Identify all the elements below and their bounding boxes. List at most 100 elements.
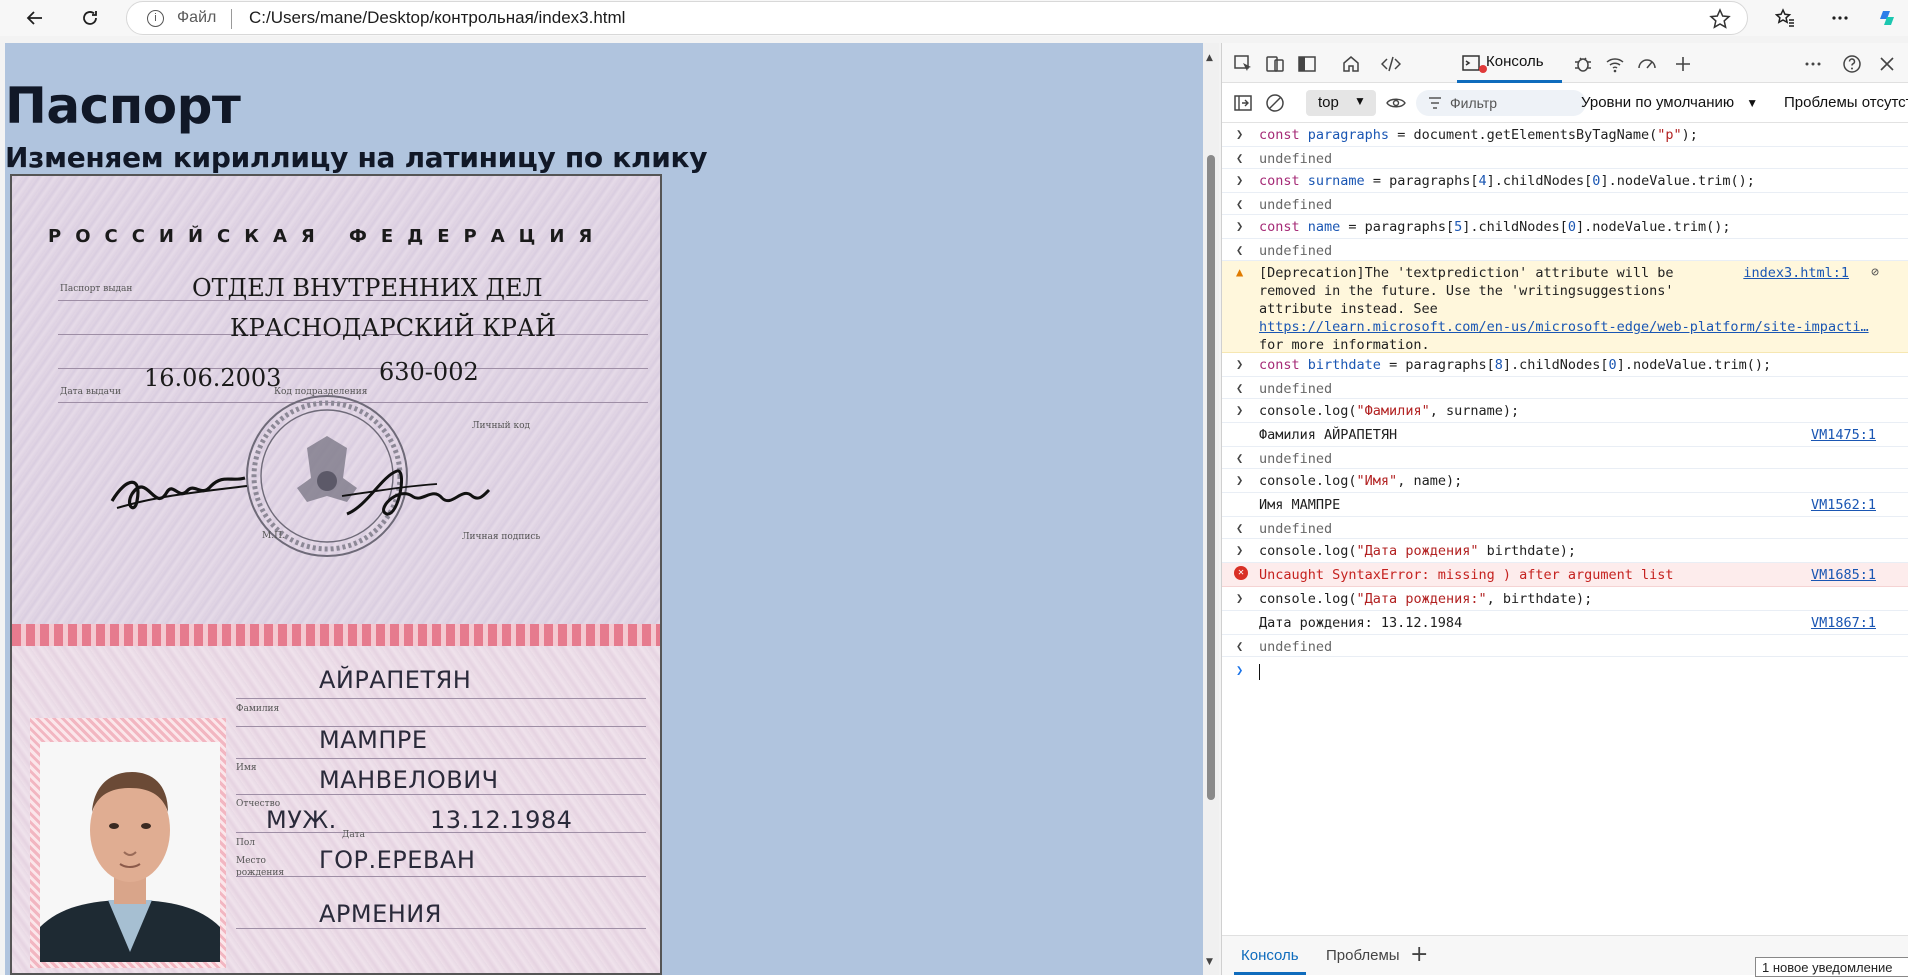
passport-name: МАМПРЕ <box>319 726 428 754</box>
return-arrow-icon: ❮ <box>1236 451 1244 465</box>
console-result-row: ❮ undefined <box>1222 635 1908 657</box>
more-options-icon[interactable] <box>1802 53 1824 75</box>
source-link[interactable]: VM1685:1 <box>1811 567 1876 583</box>
console-input-row[interactable]: ❯ console.log("Фамилия", surname); <box>1222 399 1908 423</box>
passport-patronymic: МАНВЕЛОВИЧ <box>319 766 499 794</box>
console-output-text: Имя МАМПРЕ <box>1259 497 1341 513</box>
console-result-row: ❮ undefined <box>1222 147 1908 169</box>
return-arrow-icon: ❮ <box>1236 151 1244 165</box>
error-circle-icon: ✕ <box>1234 566 1248 580</box>
live-expression-eye-icon[interactable] <box>1385 92 1407 114</box>
notification-toast[interactable]: 1 новое уведомление <box>1755 957 1908 977</box>
signature-holder-icon <box>341 469 491 516</box>
console-output-text: Дата рождения: 13.12.1984 <box>1259 615 1463 631</box>
line <box>236 698 646 699</box>
code-keyword: const <box>1259 357 1308 373</box>
warning-link[interactable]: https://learn.microsoft.com/en-us/micros… <box>1259 319 1869 335</box>
scroll-down-icon[interactable]: ▼ <box>1206 957 1213 967</box>
console-output-row: Фамилия АЙРАПЕТЯН VM1475:1 <box>1222 423 1908 447</box>
person-photo-icon <box>40 742 220 962</box>
address-separator <box>231 9 232 29</box>
passport-fold-band <box>12 624 660 646</box>
line <box>236 928 646 929</box>
passport-photo <box>40 742 220 962</box>
console-input-row[interactable]: ❯ const surname = paragraphs[4].childNod… <box>1222 169 1908 193</box>
browser-toolbar: i Файл C:/Users/mane/Desktop/контрольная… <box>0 0 1908 36</box>
return-arrow-icon: ❮ <box>1236 521 1244 535</box>
code-text: ].childNodes[ <box>1502 357 1609 373</box>
toggle-sidebar-icon[interactable] <box>1296 53 1318 75</box>
chevron-right-icon: ❯ <box>1236 173 1244 187</box>
console-input-row[interactable]: ❯ const birthdate = paragraphs[8].childN… <box>1222 353 1908 377</box>
show-sidebar-icon[interactable] <box>1232 92 1254 114</box>
address-url[interactable]: C:/Users/mane/Desktop/контрольная/index3… <box>249 8 625 28</box>
context-selector[interactable]: top ▼ <box>1306 90 1376 116</box>
address-bar[interactable]: i Файл C:/Users/mane/Desktop/контрольная… <box>126 1 1748 35</box>
code-number: 4 <box>1478 173 1487 189</box>
source-link[interactable]: index3.html:1 <box>1743 265 1849 281</box>
inspect-element-icon[interactable] <box>1232 53 1254 75</box>
chevron-right-icon: ❯ <box>1236 591 1244 605</box>
issues-bug-icon[interactable] <box>1572 53 1594 75</box>
console-output-row: Имя МАМПРЕ VM1562:1 <box>1222 493 1908 517</box>
log-levels-dropdown[interactable]: Уровни по умолчанию ▼ <box>1581 94 1758 111</box>
device-emulation-icon[interactable] <box>1264 53 1286 75</box>
page-scrollbar[interactable]: ▲ ▼ <box>1203 43 1219 975</box>
filter-icon <box>1429 97 1441 109</box>
tab-console[interactable]: Консоль <box>1457 43 1562 83</box>
prompt-chevron-icon: ❯ <box>1236 663 1244 677</box>
source-link[interactable]: VM1475:1 <box>1811 427 1876 443</box>
drawer-add-tab-plus-icon[interactable]: + <box>1410 942 1428 967</box>
code-string: "Дата рождения:" <box>1356 591 1487 607</box>
console-result-text: undefined <box>1259 151 1333 167</box>
console-icon <box>1462 55 1480 71</box>
label-surname: Фамилия <box>236 704 280 714</box>
console-input-text: console.log("Имя", name); <box>1259 473 1462 489</box>
welcome-home-icon[interactable] <box>1340 53 1362 75</box>
console-input-row[interactable]: ❯ const paragraphs = document.getElement… <box>1222 123 1908 147</box>
back-button[interactable] <box>20 4 50 32</box>
issue-date: 16.06.2003 <box>144 364 282 392</box>
page-title: Паспорт <box>5 77 241 135</box>
console-input-row[interactable]: ❯ const name = paragraphs[5].childNodes[… <box>1222 215 1908 239</box>
performance-gauge-icon[interactable] <box>1636 53 1658 75</box>
clear-console-icon[interactable] <box>1264 92 1286 114</box>
source-link[interactable]: VM1867:1 <box>1811 615 1876 631</box>
source-link[interactable]: VM1562:1 <box>1811 497 1876 513</box>
filter-input[interactable]: Фильтр <box>1416 90 1586 116</box>
code-text: , name); <box>1397 473 1463 489</box>
copilot-button[interactable] <box>1872 4 1902 32</box>
issued-by-line2: КРАСНОДАРСКИЙ КРАЙ <box>230 314 556 342</box>
console-input-row[interactable]: ❯ console.log("Дата рождения:", birthdat… <box>1222 587 1908 611</box>
more-button[interactable] <box>1825 4 1855 32</box>
drawer-tab-console[interactable]: Консоль <box>1241 947 1299 964</box>
favorites-button[interactable] <box>1770 4 1800 32</box>
code-text: , surname); <box>1429 403 1520 419</box>
elements-code-icon[interactable] <box>1380 53 1402 75</box>
add-tool-plus-icon[interactable] <box>1672 53 1694 75</box>
favorites-list-icon <box>1775 8 1794 27</box>
line <box>236 832 646 833</box>
favorite-star-icon[interactable] <box>1709 8 1731 34</box>
info-icon[interactable]: i <box>147 10 164 27</box>
refresh-button[interactable] <box>75 4 105 32</box>
code-text: ); <box>1681 127 1698 143</box>
console-prompt[interactable]: ❯ <box>1222 657 1908 687</box>
signature-official-icon <box>110 476 248 510</box>
console-filterbar: top ▼ Фильтр Уровни по умолчанию ▼ Пробл… <box>1222 83 1908 123</box>
copilot-explain-icon[interactable]: ⊘ <box>1871 265 1879 280</box>
close-devtools-icon[interactable] <box>1876 53 1898 75</box>
issues-counter[interactable]: Проблемы отсутствуют <box>1784 94 1908 111</box>
code-text: = paragraphs[ <box>1340 219 1455 235</box>
code-text: birthdate); <box>1478 543 1577 559</box>
network-wifi-icon[interactable] <box>1604 53 1626 75</box>
passport-surname: АЙРАПЕТЯН <box>319 666 472 694</box>
help-icon[interactable] <box>1841 53 1863 75</box>
scrollbar-thumb[interactable] <box>1207 155 1215 800</box>
console-input-row[interactable]: ❯ console.log("Имя", name); <box>1222 469 1908 493</box>
console-input-row[interactable]: ❯ console.log("Дата рождения" birthdate)… <box>1222 539 1908 563</box>
drawer-tab-issues[interactable]: Проблемы <box>1326 947 1400 964</box>
passport-image[interactable]: РОССИЙСКАЯ ФЕДЕРАЦИЯ Паспорт выдан ОТДЕЛ… <box>10 174 662 975</box>
scroll-up-icon[interactable]: ▲ <box>1206 53 1213 63</box>
console-result-row: ❮ undefined <box>1222 193 1908 215</box>
